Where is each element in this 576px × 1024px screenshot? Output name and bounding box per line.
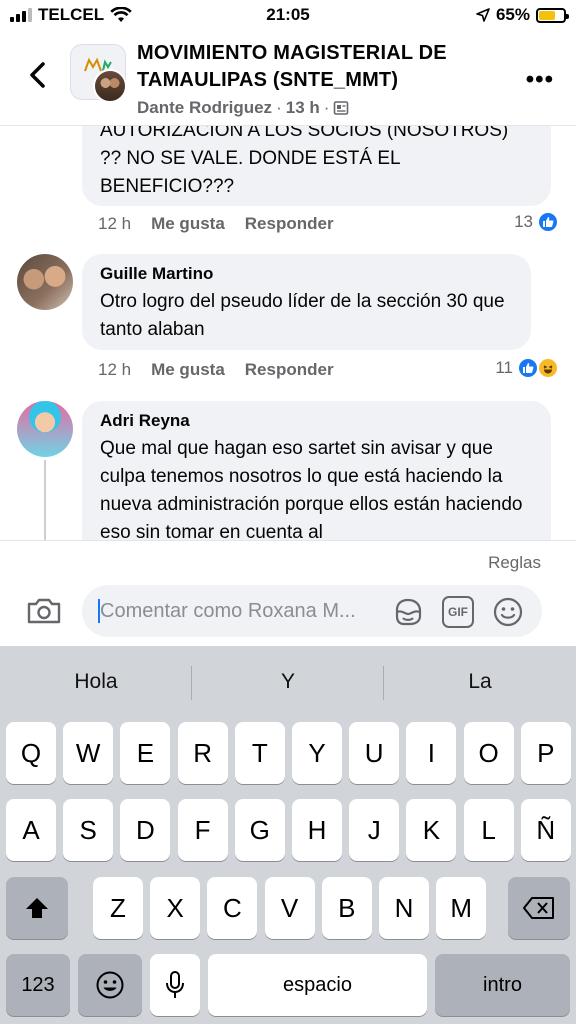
- like-button[interactable]: Me gusta: [151, 214, 225, 234]
- separator-dot: ·: [323, 98, 330, 117]
- key-c[interactable]: C: [207, 877, 258, 939]
- more-icon[interactable]: •••: [526, 66, 554, 94]
- comment-actions: 12 h Me gusta Responder: [98, 214, 334, 234]
- backspace-icon: [523, 897, 554, 919]
- key-u[interactable]: U: [349, 722, 400, 784]
- comment-bubble[interactable]: Adri Reyna Que mal que hagan eso sartet …: [82, 401, 551, 540]
- return-key[interactable]: intro: [435, 954, 570, 1016]
- status-bar: TELCEL 21:05 65%: [0, 0, 576, 30]
- thread-line: [44, 460, 46, 540]
- key-o[interactable]: O: [463, 722, 514, 784]
- key-h[interactable]: H: [292, 799, 342, 861]
- emoji-key[interactable]: [78, 954, 142, 1016]
- reaction-count: 11: [495, 358, 513, 377]
- reaction-summary[interactable]: 11: [495, 357, 559, 379]
- key-s[interactable]: S: [63, 799, 114, 861]
- predictive-bar: Hola Y La: [0, 646, 576, 720]
- separator-dot: ·: [276, 98, 282, 117]
- key-x[interactable]: X: [150, 877, 201, 939]
- reply-button[interactable]: Responder: [245, 214, 334, 234]
- key-e[interactable]: E: [120, 722, 171, 784]
- rules-link[interactable]: Reglas: [488, 553, 541, 573]
- avatar[interactable]: [17, 401, 73, 457]
- suggestion-3[interactable]: La: [384, 670, 576, 694]
- like-reaction-icon: [537, 211, 559, 233]
- comment-bubble[interactable]: AUTORIZACION A LOS SOCIOS (NOSOTROS) ?? …: [82, 126, 551, 206]
- status-right: 65%: [476, 5, 569, 25]
- emoji-icon: [96, 971, 124, 999]
- key-b[interactable]: B: [321, 877, 372, 939]
- key-w[interactable]: W: [63, 722, 114, 784]
- comment-time: 12 h: [98, 214, 132, 233]
- group-privacy-icon: [334, 101, 349, 115]
- haha-reaction-icon: [537, 357, 559, 379]
- key-q[interactable]: Q: [6, 722, 56, 784]
- chevron-left-icon[interactable]: [26, 60, 50, 90]
- numbers-key[interactable]: 123: [6, 954, 70, 1016]
- shift-icon: [26, 898, 48, 918]
- camera-icon[interactable]: [26, 597, 62, 625]
- key-t[interactable]: T: [234, 722, 285, 784]
- key-l[interactable]: L: [463, 799, 514, 861]
- post-meta: Dante Rodriguez · 13 h ·: [137, 98, 349, 118]
- reply-button[interactable]: Responder: [245, 360, 334, 380]
- gif-icon[interactable]: GIF: [442, 596, 474, 628]
- key-g[interactable]: G: [234, 799, 285, 861]
- keyboard: Hola Y La QWERTYUIOPASDFGHJKLÑZXCVBNM 12…: [0, 646, 576, 1024]
- key-a[interactable]: A: [6, 799, 56, 861]
- comment-text: Otro logro del pseudo líder de la secció…: [100, 291, 505, 340]
- battery-level: [539, 10, 555, 20]
- suggestion-2[interactable]: Y: [192, 670, 384, 694]
- battery-percent: 65%: [495, 5, 530, 24]
- author-avatar: [93, 69, 127, 103]
- key-r[interactable]: R: [177, 722, 228, 784]
- battery-icon: [536, 7, 569, 23]
- space-key[interactable]: espacio: [208, 954, 427, 1016]
- key-j[interactable]: J: [349, 799, 400, 861]
- like-button[interactable]: Me gusta: [151, 360, 225, 380]
- comment-author[interactable]: Adri Reyna: [100, 411, 533, 431]
- key-d[interactable]: D: [120, 799, 171, 861]
- comments-list: AUTORIZACION A LOS SOCIOS (NOSOTROS) ?? …: [0, 126, 576, 540]
- key-ñ[interactable]: Ñ: [520, 799, 571, 861]
- comment-text: AUTORIZACION A LOS SOCIOS (NOSOTROS) ?? …: [100, 126, 509, 197]
- comment-actions: 12 h Me gusta Responder: [98, 360, 334, 380]
- delete-key[interactable]: [508, 877, 570, 939]
- comment-composer: Reglas Comentar como Roxana M... GIF: [0, 540, 576, 646]
- microphone-icon: [166, 971, 184, 998]
- comment-author[interactable]: Guille Martino: [100, 264, 513, 284]
- sticker-icon[interactable]: [392, 596, 424, 628]
- group-title[interactable]: MOVIMIENTO MAGISTERIAL DE TAMAULIPAS (SN…: [137, 40, 517, 94]
- key-k[interactable]: K: [406, 799, 457, 861]
- comment-input[interactable]: Comentar como Roxana M... GIF: [82, 585, 542, 637]
- group-avatar[interactable]: [70, 44, 127, 103]
- post-author[interactable]: Dante Rodriguez: [137, 98, 272, 118]
- gif-label: GIF: [448, 605, 468, 619]
- avatar[interactable]: [17, 254, 73, 310]
- key-n[interactable]: N: [379, 877, 429, 939]
- key-p[interactable]: P: [520, 722, 571, 784]
- reaction-count: 13: [514, 212, 533, 231]
- reaction-summary[interactable]: 13: [514, 211, 559, 233]
- key-m[interactable]: M: [436, 877, 487, 939]
- comment-placeholder: Comentar como Roxana M...: [100, 600, 356, 622]
- key-i[interactable]: I: [406, 722, 457, 784]
- key-y[interactable]: Y: [292, 722, 342, 784]
- dictation-key[interactable]: [150, 954, 200, 1016]
- post-header: MOVIMIENTO MAGISTERIAL DE TAMAULIPAS (SN…: [0, 30, 576, 126]
- post-time: 13 h: [285, 98, 320, 117]
- suggestion-1[interactable]: Hola: [0, 670, 192, 694]
- comment-bubble[interactable]: Guille Martino Otro logro del pseudo líd…: [82, 254, 531, 350]
- emoji-icon[interactable]: [492, 596, 524, 628]
- location-arrow-icon: [476, 8, 490, 22]
- comment-time: 12 h: [98, 360, 132, 379]
- like-reaction-icon: [517, 357, 539, 379]
- key-f[interactable]: F: [177, 799, 228, 861]
- comment-text: Que mal que hagan eso sartet sin avisar …: [100, 438, 523, 540]
- key-z[interactable]: Z: [93, 877, 143, 939]
- shift-key[interactable]: [6, 877, 68, 939]
- key-v[interactable]: V: [264, 877, 315, 939]
